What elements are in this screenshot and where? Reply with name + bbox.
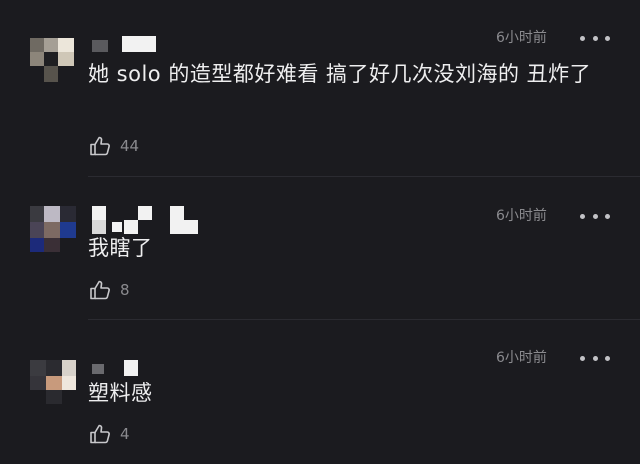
comment-time: 6小时前 <box>496 30 547 46</box>
like-count: 44 <box>120 137 140 155</box>
thumbs-up-icon <box>88 278 112 302</box>
like-count: 8 <box>120 281 130 299</box>
username[interactable] <box>92 206 204 236</box>
avatar[interactable] <box>30 206 78 254</box>
dot <box>605 213 610 219</box>
dot <box>580 213 585 219</box>
like-button[interactable]: 8 <box>88 278 130 302</box>
more-options-icon[interactable] <box>580 348 610 368</box>
comment-item: 6小时前 我瞎了 8 <box>0 178 640 320</box>
comment-text: 塑料感 <box>88 381 153 405</box>
divider <box>88 176 640 177</box>
dot <box>592 355 598 361</box>
comment-text: 她 solo 的造型都好难看 搞了好几次没刘海的 丑炸了 <box>88 62 592 86</box>
comment-text: 我瞎了 <box>88 236 153 260</box>
username[interactable] <box>92 360 140 376</box>
comment-list: 6小时前 她 solo 的造型都好难看 搞了好几次没刘海的 丑炸了 44 6小时… <box>0 0 640 464</box>
dot <box>580 355 585 361</box>
more-options-icon[interactable] <box>580 28 610 48</box>
like-count: 4 <box>120 425 130 443</box>
like-button[interactable]: 44 <box>88 134 139 158</box>
username[interactable] <box>92 36 156 52</box>
thumbs-up-icon <box>88 134 112 158</box>
comment-time: 6小时前 <box>496 208 547 224</box>
comment-time: 6小时前 <box>496 350 547 366</box>
more-options-icon[interactable] <box>580 206 610 226</box>
comment-item: 6小时前 她 solo 的造型都好难看 搞了好几次没刘海的 丑炸了 44 <box>0 0 640 178</box>
avatar[interactable] <box>30 38 78 84</box>
thumbs-up-icon <box>88 422 112 446</box>
dot <box>605 35 610 41</box>
avatar[interactable] <box>30 360 78 406</box>
dot <box>580 35 585 41</box>
like-button[interactable]: 4 <box>88 422 130 446</box>
dot <box>592 213 598 219</box>
dot <box>592 35 598 41</box>
comment-item: 6小时前 塑料感 4 <box>0 320 640 464</box>
dot <box>605 355 610 361</box>
